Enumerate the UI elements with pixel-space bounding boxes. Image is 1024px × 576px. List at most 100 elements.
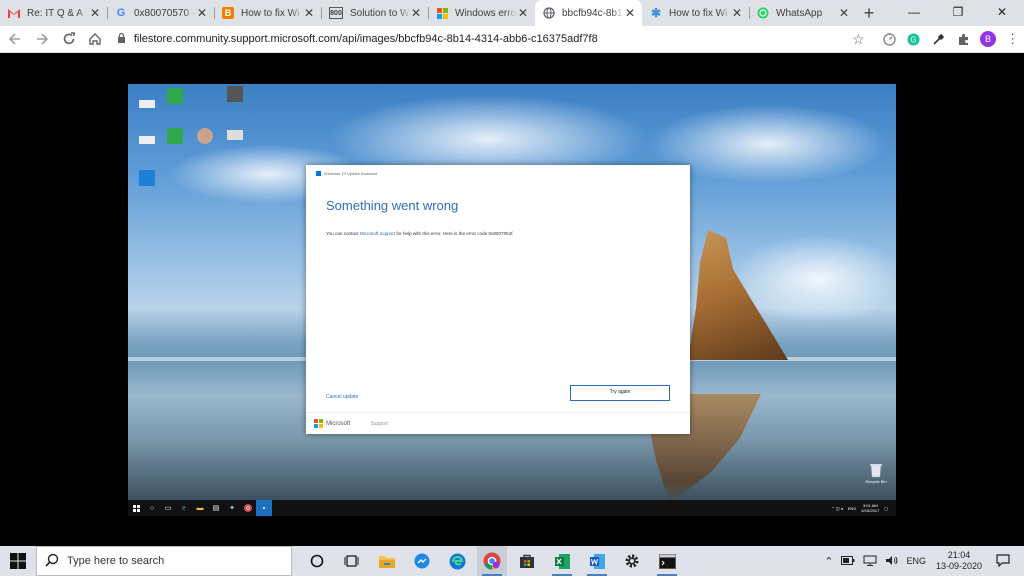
edge-button[interactable] — [442, 546, 472, 576]
tab-title: Re: IT Q & A — [27, 7, 83, 19]
task-view-button[interactable] — [337, 546, 367, 576]
chrome-icon — [483, 552, 501, 570]
grammarly-icon[interactable]: G — [903, 27, 926, 51]
tab-image-active[interactable]: bbcfb94c-8b1 ✕ — [535, 0, 642, 26]
file-explorer-icon[interactable]: ▬ — [192, 500, 208, 516]
reload-button[interactable] — [57, 27, 80, 51]
word-button[interactable] — [582, 546, 612, 576]
desktop-icon[interactable] — [132, 170, 162, 188]
restore-button[interactable]: ❐ — [936, 0, 980, 26]
chrome-icon[interactable] — [240, 500, 256, 516]
globe-icon — [543, 7, 555, 19]
forward-button[interactable] — [31, 27, 54, 51]
tab-close-icon[interactable]: ✕ — [624, 6, 636, 20]
url-text: filestore.community.support.microsoft.co… — [133, 33, 598, 45]
tab-close-icon[interactable]: ✕ — [410, 6, 422, 20]
tab-how-to-fix[interactable]: ✱ How to fix Wi ✕ — [642, 0, 749, 26]
home-button[interactable] — [84, 27, 107, 51]
try-again-button[interactable]: Try again — [570, 385, 670, 401]
edge-icon[interactable]: e — [176, 500, 192, 516]
desktop-icon[interactable] — [220, 130, 250, 142]
battery-icon[interactable] — [841, 555, 855, 567]
tab-windows-error[interactable]: Windows error ✕ — [428, 0, 535, 26]
tab-strip: Re: IT Q & A ✕ G 0x80070570 - ✕ B How to… — [0, 0, 1024, 26]
profile-avatar[interactable]: B — [977, 27, 1000, 51]
excel-icon — [554, 553, 570, 569]
desktop-icon[interactable] — [132, 130, 162, 146]
messenger-button[interactable] — [407, 546, 437, 576]
notification-center-icon[interactable] — [996, 553, 1010, 569]
inner-clock: 3:01 AM 6/15/2017 — [861, 503, 879, 513]
terminal-icon — [658, 553, 676, 569]
desktop-icon[interactable] — [190, 128, 220, 146]
cortana-circle-icon — [310, 554, 324, 568]
show-hidden-icons-chevron-icon[interactable]: ⌃ — [824, 555, 833, 568]
menu-kebab-icon[interactable]: ⋮ — [1001, 27, 1024, 51]
close-window-button[interactable]: ✕ — [980, 0, 1024, 26]
tab-close-icon[interactable]: ✕ — [303, 6, 315, 20]
bookmark-star-icon[interactable]: ☆ — [847, 27, 870, 51]
back-button[interactable] — [4, 27, 27, 51]
dialog-titlebar: Windows 10 Update Assistant — [306, 165, 690, 177]
tab-blogger[interactable]: B How to fix Wi ✕ — [214, 0, 321, 26]
browser-toolbar: filestore.community.support.microsoft.co… — [0, 26, 1024, 53]
volume-icon[interactable] — [885, 555, 898, 568]
microsoft-logo-icon — [314, 419, 323, 428]
tab-close-icon[interactable]: ✕ — [196, 6, 208, 20]
start-button[interactable] — [0, 546, 36, 576]
tab-solution[interactable]: 800 Solution to Wi ✕ — [321, 0, 428, 26]
desktop-icon[interactable] — [160, 88, 190, 106]
recycle-bin[interactable]: Recycle Bin — [864, 462, 888, 484]
store-button[interactable] — [512, 546, 542, 576]
store-icon[interactable]: ▤ — [208, 500, 224, 516]
tab-whatsapp[interactable]: WhatsApp ✕ — [749, 0, 856, 26]
inner-notification-icon: ▢ — [884, 505, 888, 511]
network-icon[interactable] — [863, 555, 877, 568]
tab-title: bbcfb94c-8b1 — [562, 7, 623, 19]
tab-close-icon[interactable]: ✕ — [89, 6, 101, 20]
recycle-bin-icon — [870, 464, 882, 478]
message-text: You can contact — [326, 231, 360, 236]
microsoft-support-link[interactable]: Microsoft support — [360, 231, 395, 236]
cortana-button[interactable] — [302, 546, 332, 576]
extensions-puzzle-icon[interactable] — [952, 27, 975, 51]
back-arrow-icon — [9, 33, 21, 45]
file-explorer-button[interactable] — [372, 546, 402, 576]
google-icon: G — [116, 7, 126, 19]
start-icon[interactable] — [128, 500, 144, 516]
tab-close-icon[interactable]: ✕ — [517, 6, 529, 20]
clock-time: 21:04 — [947, 550, 971, 560]
desktop-icon[interactable] — [220, 86, 250, 104]
desktop-icon[interactable] — [132, 94, 162, 110]
minimize-button[interactable]: — — [892, 0, 936, 26]
settings-button[interactable] — [617, 546, 647, 576]
language-indicator[interactable]: ENG — [906, 556, 926, 566]
windows-update-icon[interactable]: ▪ — [256, 500, 272, 516]
tab-google-search[interactable]: G 0x80070570 - ✕ — [107, 0, 214, 26]
home-icon — [89, 33, 102, 45]
extension-speed-icon[interactable] — [878, 27, 901, 51]
address-bar[interactable]: filestore.community.support.microsoft.co… — [117, 28, 845, 50]
windows-icon — [436, 7, 448, 19]
tab-close-icon[interactable]: ✕ — [731, 6, 743, 20]
app-icon[interactable]: ✦ — [224, 500, 240, 516]
taskbar-clock[interactable]: 21:04 13-09-2020 — [936, 550, 982, 572]
forward-arrow-icon — [37, 33, 49, 45]
support-link[interactable]: Support — [370, 421, 388, 427]
new-tab-button[interactable]: + — [856, 0, 882, 26]
eyedropper-icon[interactable] — [927, 27, 950, 51]
terminal-button[interactable] — [652, 546, 682, 576]
task-view-icon[interactable]: ▭ — [160, 500, 176, 516]
svg-text:G: G — [911, 35, 917, 44]
desktop-icon[interactable] — [160, 128, 190, 146]
inner-tray-icons: ⌃ ◫ ◂ — [831, 505, 843, 511]
tab-gmail[interactable]: Re: IT Q & A ✕ — [0, 0, 107, 26]
taskbar-search-box[interactable]: Type here to search — [36, 546, 292, 576]
error-message: You can contact Microsoft support for he… — [326, 231, 514, 236]
page-viewport: Windows 10 Update Assistant Something we… — [0, 54, 1024, 546]
excel-button[interactable] — [547, 546, 577, 576]
chrome-button[interactable] — [477, 546, 507, 576]
tab-close-icon[interactable]: ✕ — [838, 6, 850, 20]
cortana-icon[interactable]: ○ — [144, 500, 160, 516]
cancel-update-link[interactable]: Cancel update — [326, 394, 358, 400]
